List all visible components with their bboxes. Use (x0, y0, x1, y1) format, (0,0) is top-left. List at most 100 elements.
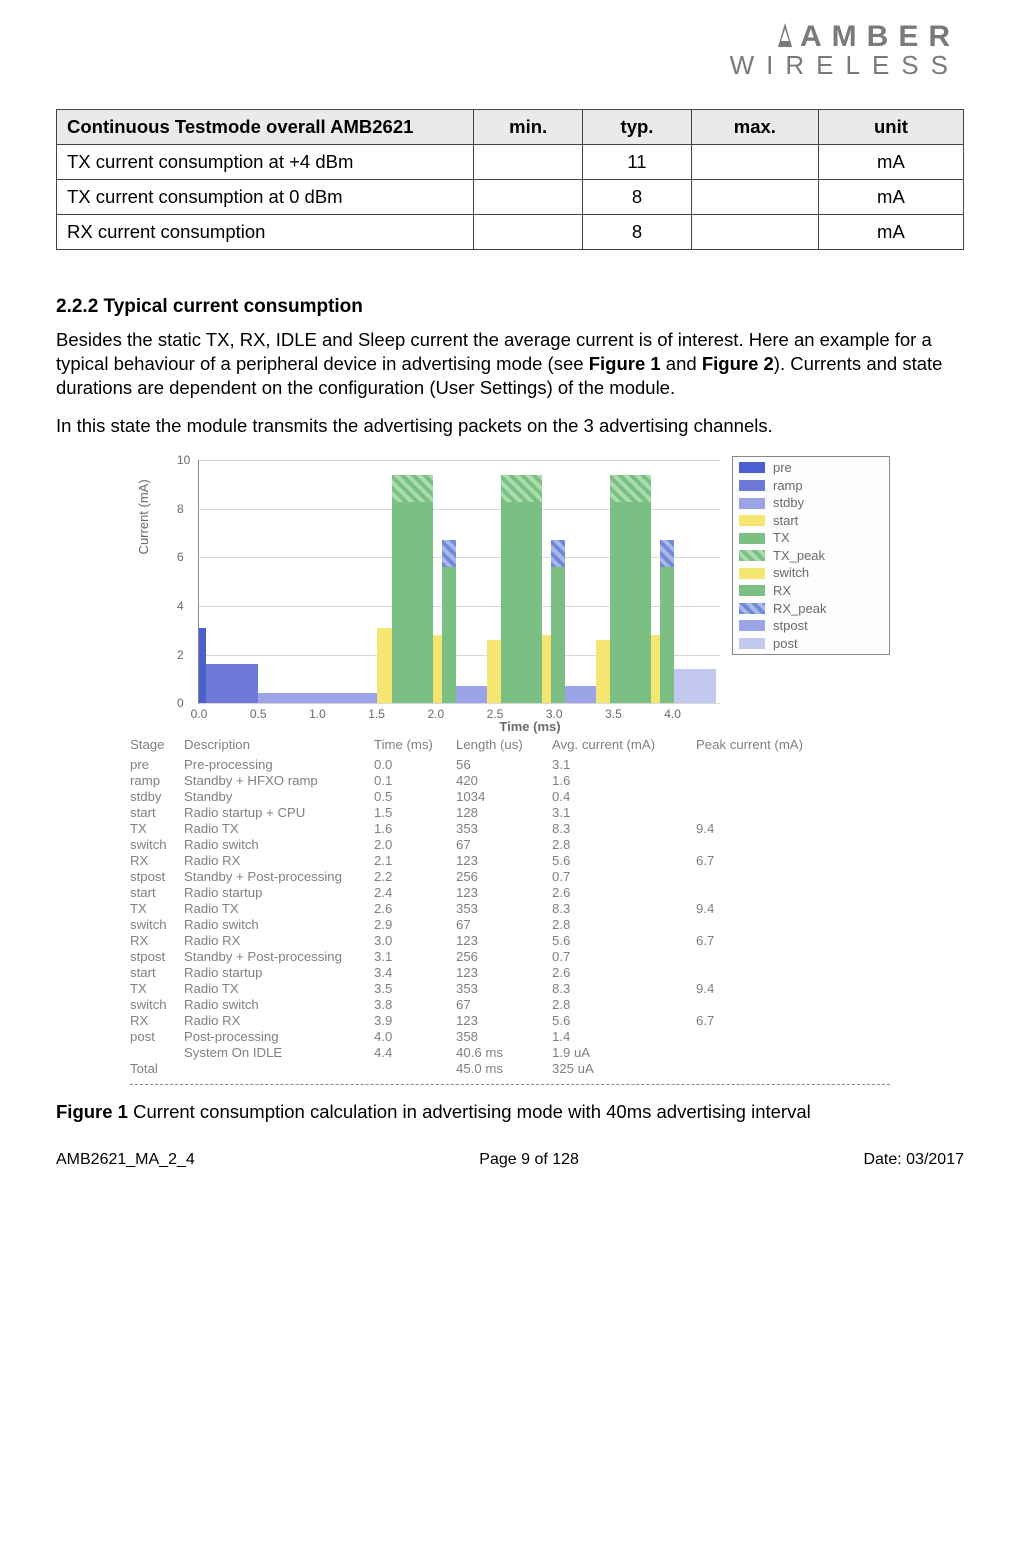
legend-item: TX_peak (739, 547, 883, 565)
chart-bar (442, 540, 456, 567)
table-row: RX current consumption8mA (57, 215, 964, 250)
stage-row: TXRadio TX3.53538.39.4 (130, 980, 890, 996)
legend-item: stdby (739, 494, 883, 512)
chart-bar (551, 540, 565, 567)
stage-row: switchRadio switch3.8672.8 (130, 996, 890, 1012)
legend-item: pre (739, 459, 883, 477)
y-tick: 8 (177, 502, 184, 516)
x-tick: 3.5 (605, 707, 622, 721)
current-chart: Current (mA) 02468100.00.51.01.52.02.53.… (170, 452, 890, 732)
legend-item: ramp (739, 477, 883, 495)
chart-bar (456, 686, 487, 703)
chart-bar (392, 475, 433, 502)
legend-swatch-icon (739, 585, 765, 596)
stage-row: startRadio startup3.41232.6 (130, 964, 890, 980)
logo-mark-icon (778, 23, 792, 47)
legend-swatch-icon (739, 603, 765, 614)
stage-row: RXRadio RX2.11235.66.7 (130, 852, 890, 868)
chart-bar (206, 664, 259, 703)
logo-text-bottom: WIRELESS (56, 50, 960, 81)
y-tick: 4 (177, 599, 184, 613)
footer-doc-id: AMB2621_MA_2_4 (56, 1151, 195, 1169)
legend-item: start (739, 512, 883, 530)
chart-bar (551, 567, 565, 703)
x-axis-label: Time (ms) (499, 719, 560, 734)
section-heading: 2.2.2 Typical current consumption (56, 296, 964, 318)
stage-row: TXRadio TX2.63538.39.4 (130, 900, 890, 916)
legend-item: TX (739, 529, 883, 547)
stage-row: startRadio startup + CPU1.51283.1 (130, 804, 890, 820)
y-tick: 6 (177, 550, 184, 564)
chart-bar (501, 475, 542, 502)
table-header-row: Continuous Testmode overall AMB2621 min.… (57, 110, 964, 145)
chart-bar (442, 567, 456, 703)
legend-swatch-icon (739, 480, 765, 491)
y-axis-label: Current (mA) (136, 480, 151, 555)
section-paragraph-1: Besides the static TX, RX, IDLE and Slee… (56, 328, 964, 400)
table-row: TX current consumption at 0 dBm8mA (57, 180, 964, 215)
col-unit: unit (818, 110, 963, 145)
logo-text-top: AMBER (800, 20, 960, 54)
legend-swatch-icon (739, 638, 765, 649)
stage-row: prePre-processing0.0563.1 (130, 756, 890, 772)
chart-bar (660, 567, 674, 703)
footer-date: Date: 03/2017 (863, 1151, 964, 1169)
chart-bar (660, 540, 674, 567)
legend-swatch-icon (739, 533, 765, 544)
legend-swatch-icon (739, 568, 765, 579)
chart-bar (392, 502, 433, 704)
chart-bar (610, 502, 651, 704)
col-max: max. (691, 110, 818, 145)
chart-legend: prerampstdbystartTXTX_peakswitchRXRX_pea… (732, 456, 890, 655)
stage-row: postPost-processing4.03581.4 (130, 1028, 890, 1044)
figure-2-ref: Figure 2 (702, 353, 774, 374)
chart-bar (433, 635, 441, 703)
y-tick: 0 (177, 696, 184, 710)
stage-row: RXRadio RX3.01235.66.7 (130, 932, 890, 948)
chart-bar (377, 628, 392, 703)
chart-bar (258, 693, 376, 703)
legend-item: stpost (739, 617, 883, 635)
figure-1-ref: Figure 1 (589, 353, 661, 374)
legend-swatch-icon (739, 550, 765, 561)
stage-row: switchRadio switch2.9672.8 (130, 916, 890, 932)
stage-row: stpostStandby + Post-processing2.22560.7 (130, 868, 890, 884)
page-footer: AMB2621_MA_2_4 Page 9 of 128 Date: 03/20… (56, 1151, 964, 1169)
legend-item: switch (739, 564, 883, 582)
y-tick: 10 (177, 453, 190, 467)
stage-row: switchRadio switch2.0672.8 (130, 836, 890, 852)
chart-bar (610, 475, 651, 502)
chart-bar (565, 686, 596, 703)
section-paragraph-2: In this state the module transmits the a… (56, 414, 964, 438)
x-tick: 0.5 (250, 707, 267, 721)
chart-bar (674, 669, 717, 703)
legend-swatch-icon (739, 498, 765, 509)
x-tick: 0.0 (191, 707, 208, 721)
legend-item: RX_peak (739, 600, 883, 618)
chart-bar (651, 635, 659, 703)
stage-row: stpostStandby + Post-processing3.12560.7 (130, 948, 890, 964)
legend-swatch-icon (739, 515, 765, 526)
stage-table: StageDescriptionTime (ms)Length (us)Avg.… (130, 736, 890, 1076)
col-typ: typ. (583, 110, 692, 145)
figure-1: Current (mA) 02468100.00.51.01.52.02.53.… (130, 452, 890, 1085)
spec-table: Continuous Testmode overall AMB2621 min.… (56, 109, 964, 250)
spec-title: Continuous Testmode overall AMB2621 (57, 110, 474, 145)
stage-table-header: StageDescriptionTime (ms)Length (us)Avg.… (130, 736, 890, 756)
chart-bar (501, 502, 542, 704)
x-tick: 1.5 (368, 707, 385, 721)
figure-1-caption: Figure 1 Current consumption calculation… (56, 1101, 964, 1123)
stage-row: Total45.0 ms325 uA (130, 1060, 890, 1076)
legend-swatch-icon (739, 620, 765, 631)
col-min: min. (474, 110, 583, 145)
stage-row: startRadio startup2.41232.6 (130, 884, 890, 900)
stage-row: RXRadio RX3.91235.66.7 (130, 1012, 890, 1028)
chart-bar (199, 628, 206, 703)
table-row: TX current consumption at +4 dBm11mA (57, 145, 964, 180)
y-tick: 2 (177, 648, 184, 662)
chart-bar (596, 640, 610, 703)
stage-row: TXRadio TX1.63538.39.4 (130, 820, 890, 836)
legend-item: post (739, 635, 883, 653)
x-tick: 2.0 (427, 707, 444, 721)
x-tick: 4.0 (664, 707, 681, 721)
